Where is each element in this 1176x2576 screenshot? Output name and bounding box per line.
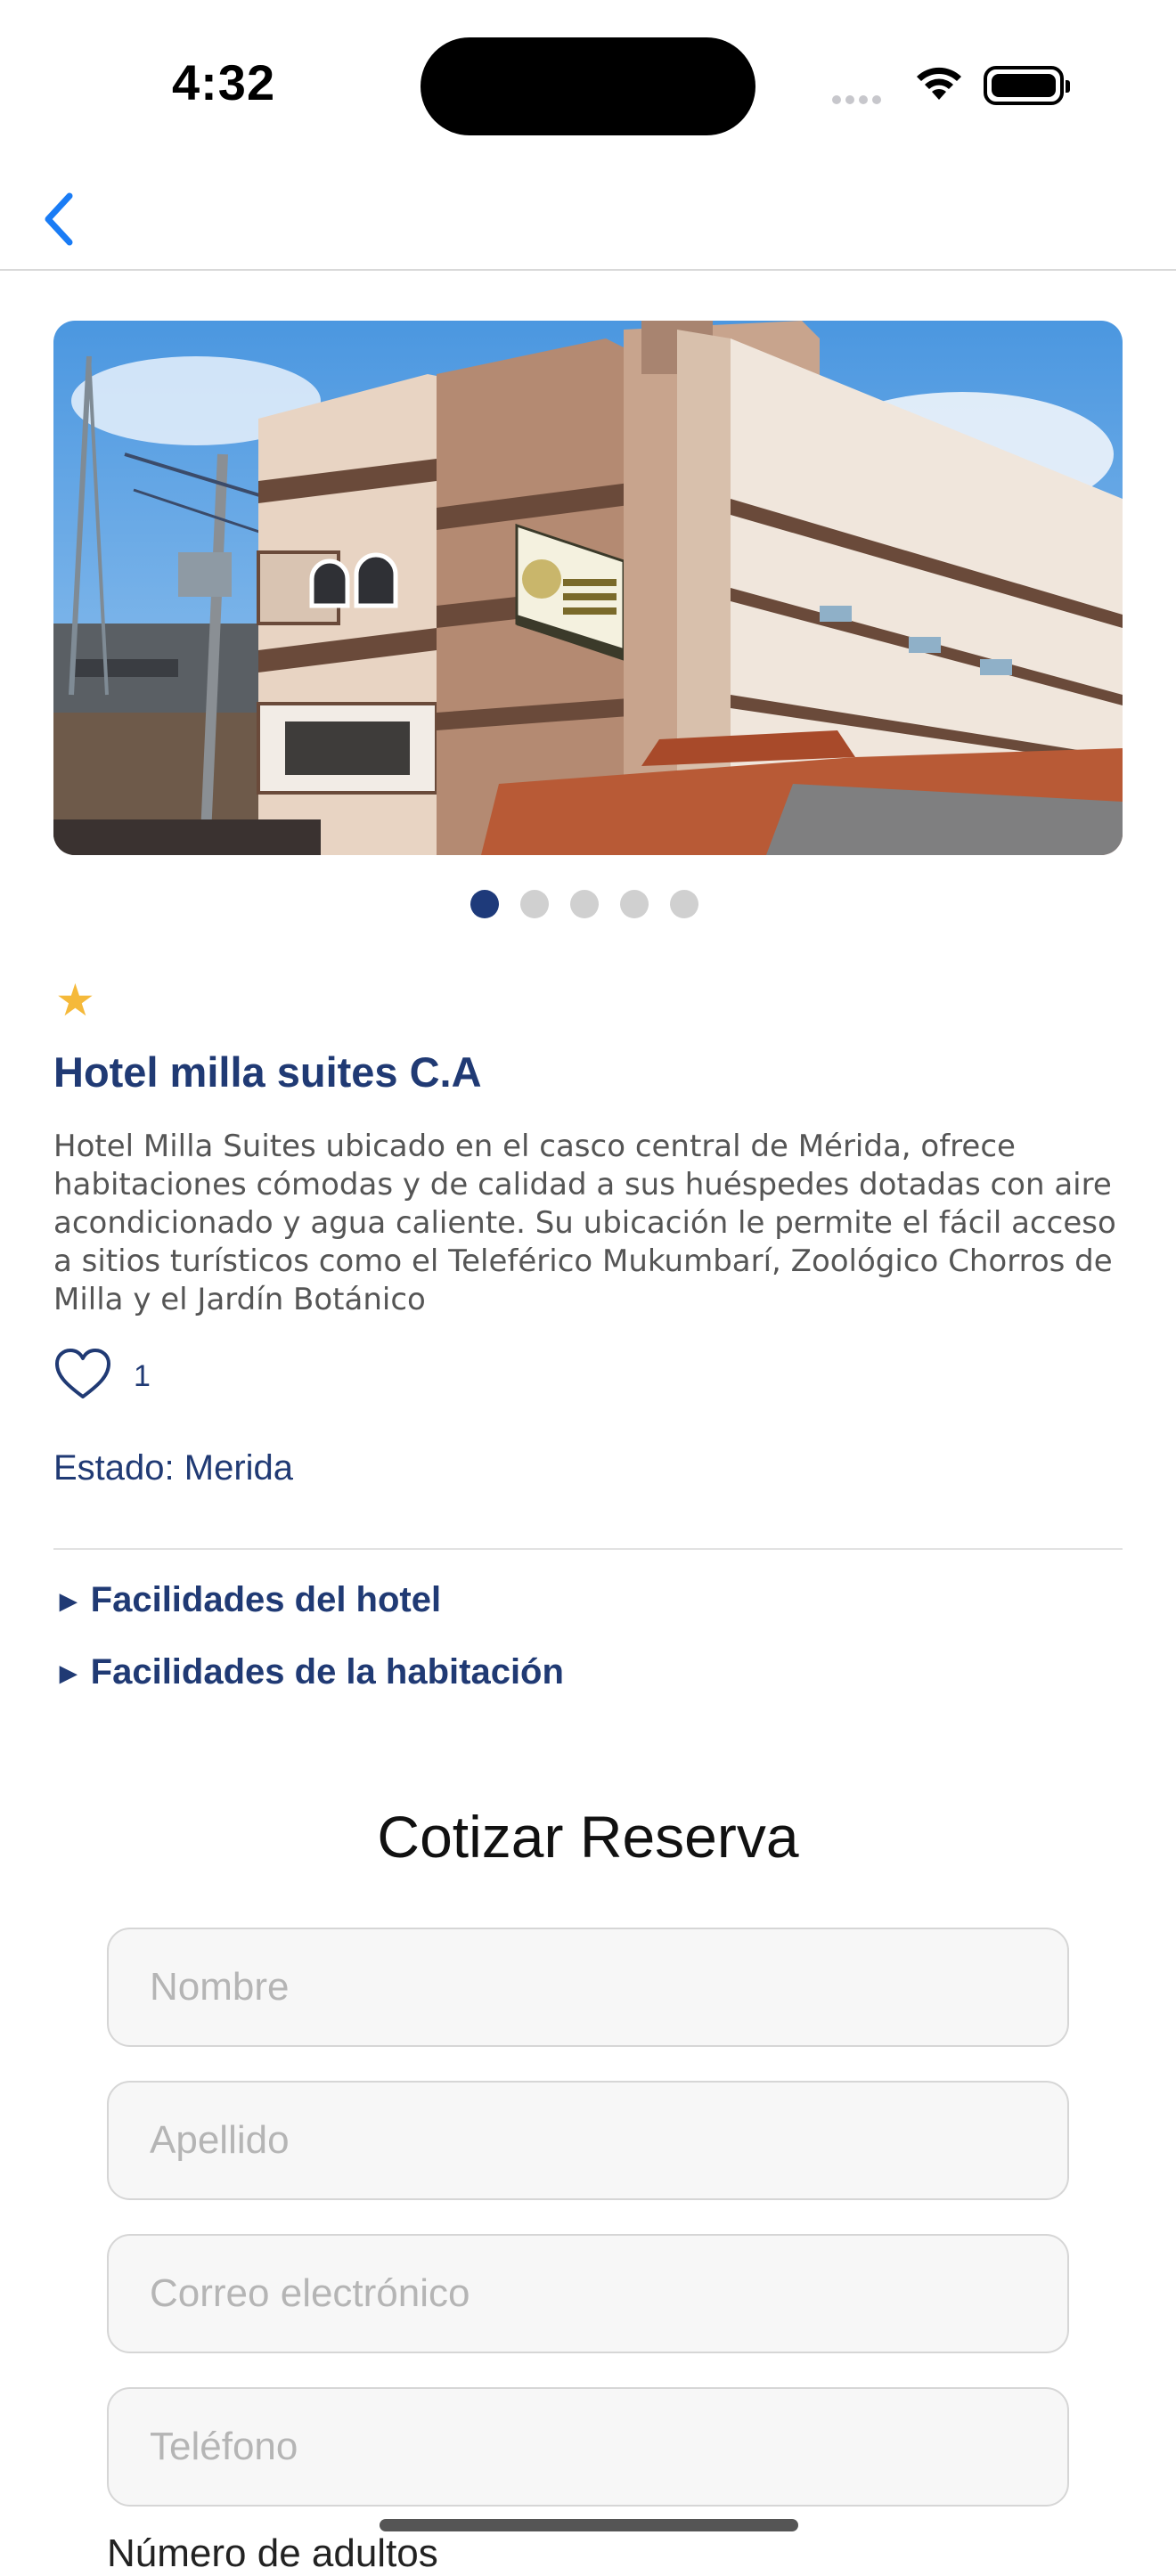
first-name-field[interactable] bbox=[107, 1928, 1069, 2047]
hotel-state: Estado: Merida bbox=[53, 1448, 294, 1488]
dynamic-island bbox=[421, 37, 755, 135]
hotel-photo bbox=[53, 321, 1123, 855]
page-dot-2[interactable] bbox=[520, 890, 549, 918]
divider bbox=[53, 1548, 1123, 1550]
battery-icon bbox=[984, 66, 1070, 105]
back-chevron-icon[interactable] bbox=[27, 183, 98, 255]
page-dot-5[interactable] bbox=[670, 890, 698, 918]
email-field[interactable] bbox=[107, 2234, 1069, 2353]
hotel-description: Hotel Milla Suites ubicado en el casco c… bbox=[53, 1129, 1116, 1317]
heart-icon[interactable] bbox=[53, 1347, 112, 1400]
adults-label: Número de adultos bbox=[107, 2531, 438, 2575]
navigation-bar bbox=[0, 169, 1176, 271]
like-count: 1 bbox=[134, 1359, 151, 1393]
page-dot-3[interactable] bbox=[570, 890, 599, 918]
hotel-facilities-label: Facilidades del hotel bbox=[90, 1580, 442, 1619]
hotel-photo-carousel[interactable] bbox=[53, 321, 1123, 855]
hotel-facilities-disclosure[interactable]: ► Facilidades del hotel bbox=[53, 1580, 441, 1620]
home-indicator[interactable] bbox=[380, 2519, 798, 2531]
cellular-signal-icon bbox=[832, 93, 886, 109]
last-name-field[interactable] bbox=[107, 2081, 1069, 2200]
disclosure-triangle-icon: ► bbox=[53, 1657, 84, 1691]
page-dot-1[interactable] bbox=[470, 890, 499, 918]
status-time: 4:32 bbox=[172, 54, 276, 110]
carousel-page-indicator[interactable] bbox=[470, 890, 720, 918]
wifi-icon bbox=[917, 67, 961, 100]
phone-field[interactable] bbox=[107, 2387, 1069, 2507]
room-facilities-disclosure[interactable]: ► Facilidades de la habitación bbox=[53, 1652, 564, 1692]
disclosure-triangle-icon: ► bbox=[53, 1585, 84, 1618]
quote-form-title: Cotizar Reserva bbox=[377, 1804, 799, 1870]
status-bar: 4:32 bbox=[0, 0, 1176, 169]
room-facilities-label: Facilidades de la habitación bbox=[90, 1652, 564, 1692]
star-icon: ★ bbox=[55, 975, 95, 1025]
page-dot-4[interactable] bbox=[620, 890, 649, 918]
hotel-name: Hotel milla suites C.A bbox=[53, 1048, 482, 1096]
